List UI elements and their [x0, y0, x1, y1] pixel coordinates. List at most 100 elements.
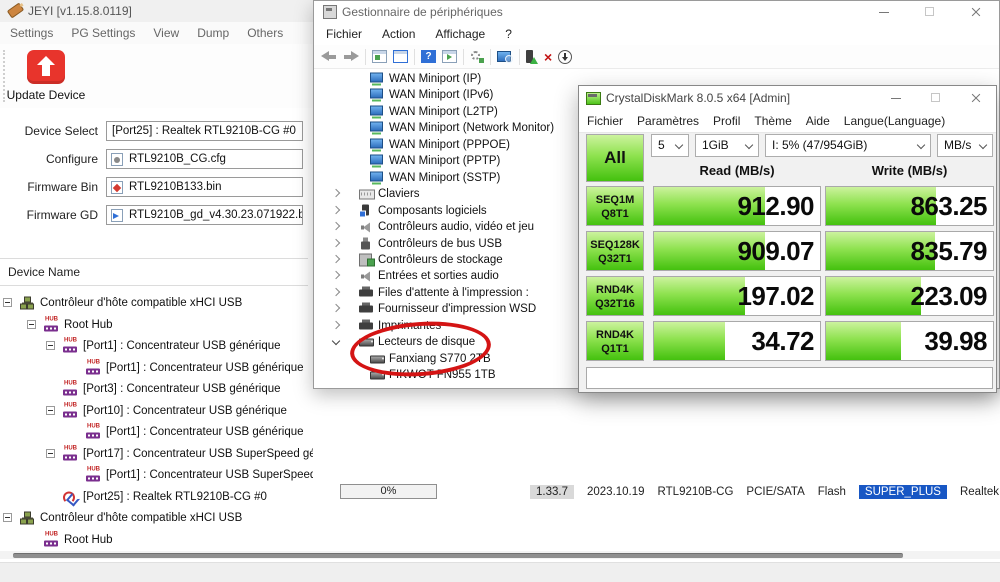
cdm-menu-profil[interactable]: Profil [713, 114, 740, 128]
close-button[interactable] [953, 1, 999, 23]
configure-input[interactable]: RTL9210B_CG.cfg [106, 149, 303, 169]
scan-hardware-icon[interactable] [470, 50, 484, 63]
firmware-gd-input[interactable]: RTL9210B_gd_v4.30.23.071922.bin [106, 205, 303, 225]
hub-icon: HUB [63, 404, 79, 417]
scrollbar-thumb[interactable] [13, 553, 903, 558]
collapse-expander-icon[interactable] [3, 513, 12, 522]
rnd4k-q1t1-button[interactable]: RND4K Q1T1 [586, 321, 644, 361]
write-value: 39.98 [826, 322, 987, 360]
collapsed-chevron-icon[interactable] [332, 222, 340, 230]
write-value: 223.09 [826, 277, 987, 315]
firmware-gd-label: Firmware GD [0, 208, 98, 222]
tree-row[interactable]: HUB[Port1] : Concentrateur USB générique [0, 336, 313, 356]
collapsed-chevron-icon[interactable] [332, 255, 340, 263]
hub-icon: HUB [86, 361, 102, 374]
test-queue: Q32T16 [587, 297, 643, 311]
collapse-expander-icon[interactable] [46, 341, 55, 350]
printer-icon [359, 303, 375, 316]
tree-item-label: WAN Miniport (IP) [389, 73, 481, 85]
dm-menu-help[interactable]: ? [505, 27, 512, 41]
seq128k-q32t1-button[interactable]: SEQ128K Q32T1 [586, 231, 644, 271]
firmware-bin-input[interactable]: RTL9210B133.bin [106, 177, 303, 197]
jeyi-menu-others[interactable]: Others [247, 26, 283, 40]
cdm-menu-langue[interactable]: Langue(Language) [844, 114, 945, 128]
firmware-gd-value: RTL9210B_gd_v4.30.23.071922.bin [129, 209, 303, 221]
tree-row[interactable]: HUB[Port1] : Concentrateur USB générique [0, 358, 313, 378]
seq1m-q8t1-button[interactable]: SEQ1M Q8T1 [586, 186, 644, 226]
collapsed-chevron-icon[interactable] [332, 288, 340, 296]
forward-icon[interactable] [343, 51, 359, 62]
maximize-button[interactable] [916, 86, 956, 110]
collapsed-chevron-icon[interactable] [332, 271, 340, 279]
minimize-button[interactable] [861, 1, 907, 23]
collapse-expander-icon[interactable] [27, 320, 36, 329]
back-icon[interactable] [321, 51, 337, 62]
collapsed-chevron-icon[interactable] [332, 189, 340, 197]
collapse-expander-icon[interactable] [46, 406, 55, 415]
tree-row[interactable]: [Port25] : Realtek RTL9210B-CG #0 [0, 487, 313, 507]
tree-row[interactable]: HUBRoot Hub [0, 530, 313, 550]
collapsed-chevron-icon[interactable] [332, 304, 340, 312]
tree-row[interactable]: HUBRoot Hub [0, 315, 313, 335]
tree-row[interactable]: HUB[Port1] : Concentrateur USB SuperSpee… [0, 465, 313, 485]
collapsed-chevron-icon[interactable] [332, 205, 340, 213]
device-select-input[interactable]: [Port25] : Realtek RTL9210B-CG #0 [106, 121, 303, 141]
jeyi-menu-settings[interactable]: Settings [10, 26, 53, 40]
dm-menu-action[interactable]: Action [382, 27, 415, 41]
keyboard-icon [359, 188, 375, 201]
collapsed-chevron-icon[interactable] [332, 238, 340, 246]
disable-device-icon[interactable] [558, 50, 572, 64]
tree-item-label: WAN Miniport (SSTP) [389, 172, 500, 184]
target-drive-dropdown[interactable]: I: 5% (47/954GiB) [765, 134, 931, 157]
tree-row[interactable]: HUB[Port17] : Concentrateur USB SuperSpe… [0, 444, 313, 464]
help-icon[interactable]: ? [421, 50, 436, 63]
close-button[interactable] [956, 86, 996, 110]
tree-row[interactable]: HUB[Port1] : Concentrateur USB générique [0, 422, 313, 442]
comment-input[interactable] [586, 367, 993, 389]
tree-row[interactable]: Contrôleur d'hôte compatible xHCI USB [0, 293, 313, 313]
dm-menu-fichier[interactable]: Fichier [326, 27, 362, 41]
device-select-row: Device Select [Port25] : Realtek RTL9210… [0, 121, 313, 141]
firmware-gd-file-icon [111, 209, 123, 222]
collapse-expander-icon[interactable] [3, 298, 12, 307]
jeyi-menu-dump[interactable]: Dump [197, 26, 229, 40]
tree-item-label: WAN Miniport (PPPOE) [389, 139, 510, 151]
maximize-button[interactable] [907, 1, 953, 23]
read-result-cell: 197.02 [653, 276, 821, 316]
update-device-button[interactable]: Update Device [6, 46, 86, 106]
horizontal-scrollbar[interactable] [0, 551, 1000, 559]
maximize-icon [931, 93, 940, 102]
update-driver-icon[interactable] [526, 50, 538, 64]
test-count-dropdown[interactable]: 5 [651, 134, 689, 157]
jeyi-window-title: JEYI [v1.15.8.0119] [28, 4, 132, 18]
tree-item-label: WAN Miniport (Network Monitor) [389, 122, 554, 134]
expanded-chevron-icon[interactable] [332, 337, 340, 345]
properties-icon[interactable] [393, 50, 408, 63]
progress-label: 0% [381, 485, 397, 497]
jeyi-menu-view[interactable]: View [153, 26, 179, 40]
search-computer-icon[interactable] [497, 50, 513, 63]
read-result-cell: 912.90 [653, 186, 821, 226]
jeyi-menu-pg-settings[interactable]: PG Settings [71, 26, 135, 40]
rnd4k-q32t16-button[interactable]: RND4K Q32T16 [586, 276, 644, 316]
action-pane-icon[interactable] [442, 50, 457, 63]
write-result-cell: 863.25 [825, 186, 994, 226]
test-size-dropdown[interactable]: 1GiB [695, 134, 759, 157]
tree-row[interactable]: Contrôleur d'hôte compatible xHCI USB [0, 508, 313, 528]
collapse-expander-icon[interactable] [46, 449, 55, 458]
cdm-menu-fichier[interactable]: Fichier [587, 114, 623, 128]
run-all-button[interactable]: All [586, 134, 644, 182]
collapsed-chevron-icon[interactable] [332, 321, 340, 329]
minimize-button[interactable] [876, 86, 916, 110]
tree-row[interactable]: HUB[Port3] : Concentrateur USB générique [0, 379, 313, 399]
console-tree-icon[interactable] [372, 50, 387, 63]
uninstall-device-icon[interactable]: × [544, 50, 552, 64]
dm-menu-affichage[interactable]: Affichage [435, 27, 485, 41]
test-name: SEQ1M [587, 193, 643, 207]
printer-icon [359, 286, 375, 299]
tree-row[interactable]: HUB[Port10] : Concentrateur USB génériqu… [0, 401, 313, 421]
cdm-menu-theme[interactable]: Thème [754, 114, 791, 128]
unit-dropdown[interactable]: MB/s [937, 134, 993, 157]
cdm-menu-aide[interactable]: Aide [806, 114, 830, 128]
cdm-menu-parametres[interactable]: Paramètres [637, 114, 699, 128]
